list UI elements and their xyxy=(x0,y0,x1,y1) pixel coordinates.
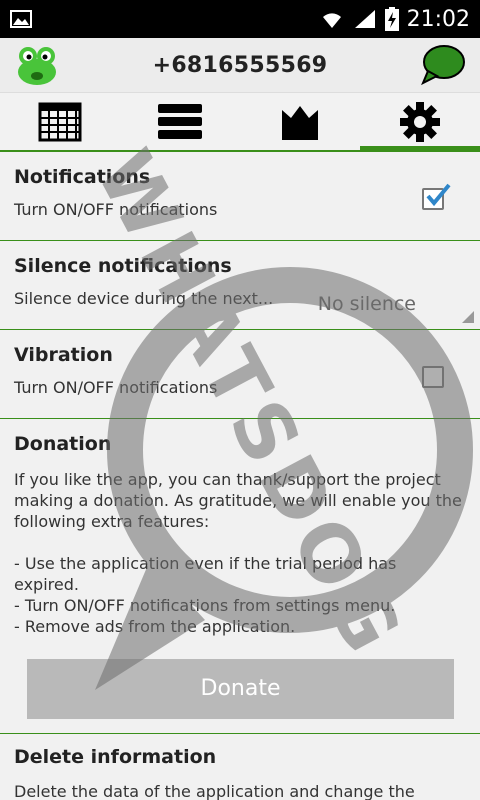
chat-bubble-icon[interactable] xyxy=(420,43,466,87)
vibration-checkbox[interactable] xyxy=(422,366,444,388)
donation-section: Donation If you like the app, you can th… xyxy=(0,419,480,719)
image-icon xyxy=(10,10,32,28)
tab-list[interactable] xyxy=(120,93,240,150)
phone-number-title: +6816555569 xyxy=(152,52,328,78)
delete-title: Delete information xyxy=(14,746,217,768)
tab-bar xyxy=(0,93,480,152)
check-icon xyxy=(426,183,451,207)
status-icons: 21:02 xyxy=(319,7,470,32)
spinner-corner-icon xyxy=(462,311,474,323)
tab-crown[interactable] xyxy=(240,93,360,150)
setting-subtitle: Turn ON/OFF notifications xyxy=(14,378,218,397)
setting-title: Silence notifications xyxy=(14,255,232,277)
donate-button[interactable]: Donate xyxy=(27,659,454,719)
signal-icon xyxy=(354,10,375,28)
tab-settings[interactable] xyxy=(360,93,480,152)
frog-logo-icon[interactable] xyxy=(14,42,60,88)
setting-silence[interactable]: Silence notifications Silence device dur… xyxy=(0,241,480,330)
gear-icon xyxy=(400,101,440,142)
setting-notifications[interactable]: Notifications Turn ON/OFF notifications xyxy=(0,152,480,241)
status-bar: 21:02 xyxy=(0,0,480,38)
silence-spinner[interactable]: No silence xyxy=(318,293,416,315)
tab-calendar[interactable] xyxy=(0,93,120,150)
app-bar: +6816555569 xyxy=(0,38,480,93)
setting-title: Notifications xyxy=(14,166,151,188)
setting-title: Vibration xyxy=(14,344,113,366)
donation-text: If you like the app, you can thank/suppo… xyxy=(14,470,462,636)
battery-charging-icon xyxy=(384,7,399,31)
wifi-icon xyxy=(322,13,341,28)
donation-title: Donation xyxy=(14,433,112,455)
clock: 21:02 xyxy=(406,6,470,32)
notifications-checkbox[interactable] xyxy=(422,183,451,210)
settings-list: Notifications Turn ON/OFF notifications … xyxy=(0,152,480,800)
crown-icon xyxy=(282,105,318,140)
setting-subtitle: Turn ON/OFF notifications xyxy=(14,200,218,219)
calendar-icon xyxy=(38,102,82,141)
list-stack-icon xyxy=(158,103,202,139)
setting-vibration[interactable]: Vibration Turn ON/OFF notifications xyxy=(0,330,480,419)
delete-subtitle: Delete the data of the application and c… xyxy=(14,782,415,800)
delete-section[interactable]: Delete information Delete the data of th… xyxy=(0,733,480,800)
